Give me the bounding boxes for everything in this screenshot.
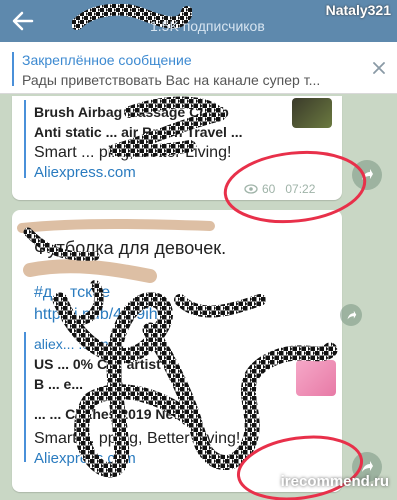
- preview-site-link[interactable]: Aliexpress.com: [34, 450, 136, 467]
- share-icon: [347, 310, 356, 319]
- close-icon[interactable]: [371, 60, 387, 76]
- hashtag-link[interactable]: #д... тское: [34, 284, 110, 302]
- preview-title-2: B ... e...: [34, 376, 84, 392]
- message-bubble[interactable]: Brush Airbag Massage Comb Anti static ..…: [12, 96, 342, 200]
- link-preview-bar: [24, 100, 26, 178]
- author-watermark: Nataly321: [325, 2, 391, 18]
- site-watermark: irecommend.ru: [280, 473, 389, 490]
- back-arrow-icon[interactable]: [10, 8, 36, 34]
- pinned-accent-bar: [12, 52, 14, 86]
- pinned-text: Рады приветствовать Вас на канале супер …: [22, 72, 321, 88]
- message-text: Футболка для девочек.: [34, 238, 227, 258]
- share-button[interactable]: [352, 160, 382, 190]
- preview-description: Smart ... ping, Better Living!: [34, 144, 232, 161]
- message-bubble[interactable]: Футболка для девочек. #д... тское http..…: [12, 210, 342, 492]
- view-count: 60: [262, 182, 276, 196]
- preview-title-3: ... ... Clothes 2019 New...: [34, 406, 196, 422]
- preview-description: Smart ... pping, Better Living!: [34, 430, 241, 447]
- views-icon: [244, 184, 258, 194]
- preview-title: Brush Airbag Massage Comb: [34, 104, 229, 120]
- chat-header: 1.5K подписчиков Nataly321: [0, 0, 397, 42]
- product-thumbnail: [296, 360, 336, 396]
- share-icon: [362, 169, 373, 180]
- pinned-message[interactable]: Закреплённое сообщение Рады приветствова…: [0, 42, 397, 94]
- short-link[interactable]: http...i.pub/43r9ih: [34, 306, 158, 324]
- preview-site-link[interactable]: Aliexpress.com: [34, 164, 136, 181]
- share-icon: [362, 461, 373, 472]
- subscriber-count: 1.5K подписчиков: [150, 18, 265, 34]
- product-thumbnail: [292, 98, 332, 128]
- link-preview-bar: [24, 332, 26, 462]
- share-button[interactable]: [340, 304, 362, 326]
- message-time: 07:22: [285, 182, 316, 196]
- preview-title-2: Anti static ... air Brush Travel ...: [34, 124, 243, 140]
- preview-title: US ... 0% C ... artist: [34, 356, 161, 372]
- pinned-title: Закреплённое сообщение: [22, 52, 192, 68]
- message-meta: 60 07:22: [244, 182, 315, 196]
- preview-site: aliex... .com: [34, 336, 109, 352]
